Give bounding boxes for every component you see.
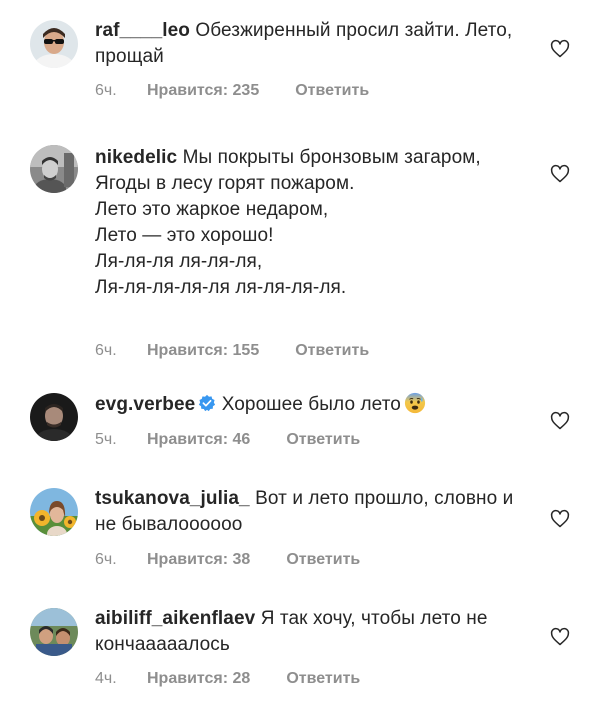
likes-count[interactable]: Нравится: 46 xyxy=(147,431,250,449)
anxious-face-emoji-icon xyxy=(404,392,426,414)
username[interactable]: aibiliff_aikenflaev xyxy=(95,608,255,629)
comment-body: aibiliff_aikenflaev Я так хочу, чтобы ле… xyxy=(95,606,535,658)
timestamp: 5ч. xyxy=(95,431,117,448)
avatar[interactable] xyxy=(30,20,78,68)
heart-outline-icon[interactable] xyxy=(550,509,570,529)
reply-button[interactable]: Ответить xyxy=(286,551,360,569)
comment-meta: 4ч. Нравится: 28 Ответить xyxy=(95,670,360,688)
verified-badge-icon xyxy=(198,394,216,412)
comment-meta: 6ч. Нравится: 235 Ответить xyxy=(95,82,369,100)
heart-outline-icon[interactable] xyxy=(550,411,570,431)
username[interactable]: nikedelic xyxy=(95,147,177,168)
avatar[interactable] xyxy=(30,393,78,441)
likes-count[interactable]: Нравится: 38 xyxy=(147,551,250,569)
username[interactable]: tsukanova_julia_ xyxy=(95,488,250,509)
heart-outline-icon[interactable] xyxy=(550,39,570,59)
comment-body: tsukanova_julia_ Вот и лето прошло, слов… xyxy=(95,486,535,538)
timestamp: 6ч. xyxy=(95,551,117,568)
avatar[interactable] xyxy=(30,145,78,193)
timestamp: 4ч. xyxy=(95,670,117,687)
reply-button[interactable]: Ответить xyxy=(295,342,369,360)
comment-text: Мы покрыты бронзовым загаром, Ягоды в ле… xyxy=(95,147,481,298)
heart-outline-icon[interactable] xyxy=(550,627,570,647)
likes-count[interactable]: Нравится: 235 xyxy=(147,82,259,100)
comment-meta: 6ч. Нравится: 38 Ответить xyxy=(95,551,360,569)
reply-button[interactable]: Ответить xyxy=(286,670,360,688)
reply-button[interactable]: Ответить xyxy=(295,82,369,100)
heart-outline-icon[interactable] xyxy=(550,164,570,184)
comment-body: evg.verbee Хорошее было лето xyxy=(95,392,535,418)
comment-meta: 5ч. Нравится: 46 Ответить xyxy=(95,431,360,449)
username[interactable]: evg.verbee xyxy=(95,394,195,415)
avatar[interactable] xyxy=(30,488,78,536)
comment-meta: 6ч. Нравится: 155 Ответить xyxy=(95,342,369,360)
timestamp: 6ч. xyxy=(95,82,117,99)
username[interactable]: raf____leo xyxy=(95,20,190,41)
reply-button[interactable]: Ответить xyxy=(286,431,360,449)
comment-body: raf____leo Обезжиренный просил зайти. Ле… xyxy=(95,18,535,70)
timestamp: 6ч. xyxy=(95,342,117,359)
avatar[interactable] xyxy=(30,608,78,656)
comment-text: Хорошее было лето xyxy=(221,394,401,415)
likes-count[interactable]: Нравится: 155 xyxy=(147,342,259,360)
likes-count[interactable]: Нравится: 28 xyxy=(147,670,250,688)
comment-body: nikedelic Мы покрыты бронзовым загаром, … xyxy=(95,145,535,301)
